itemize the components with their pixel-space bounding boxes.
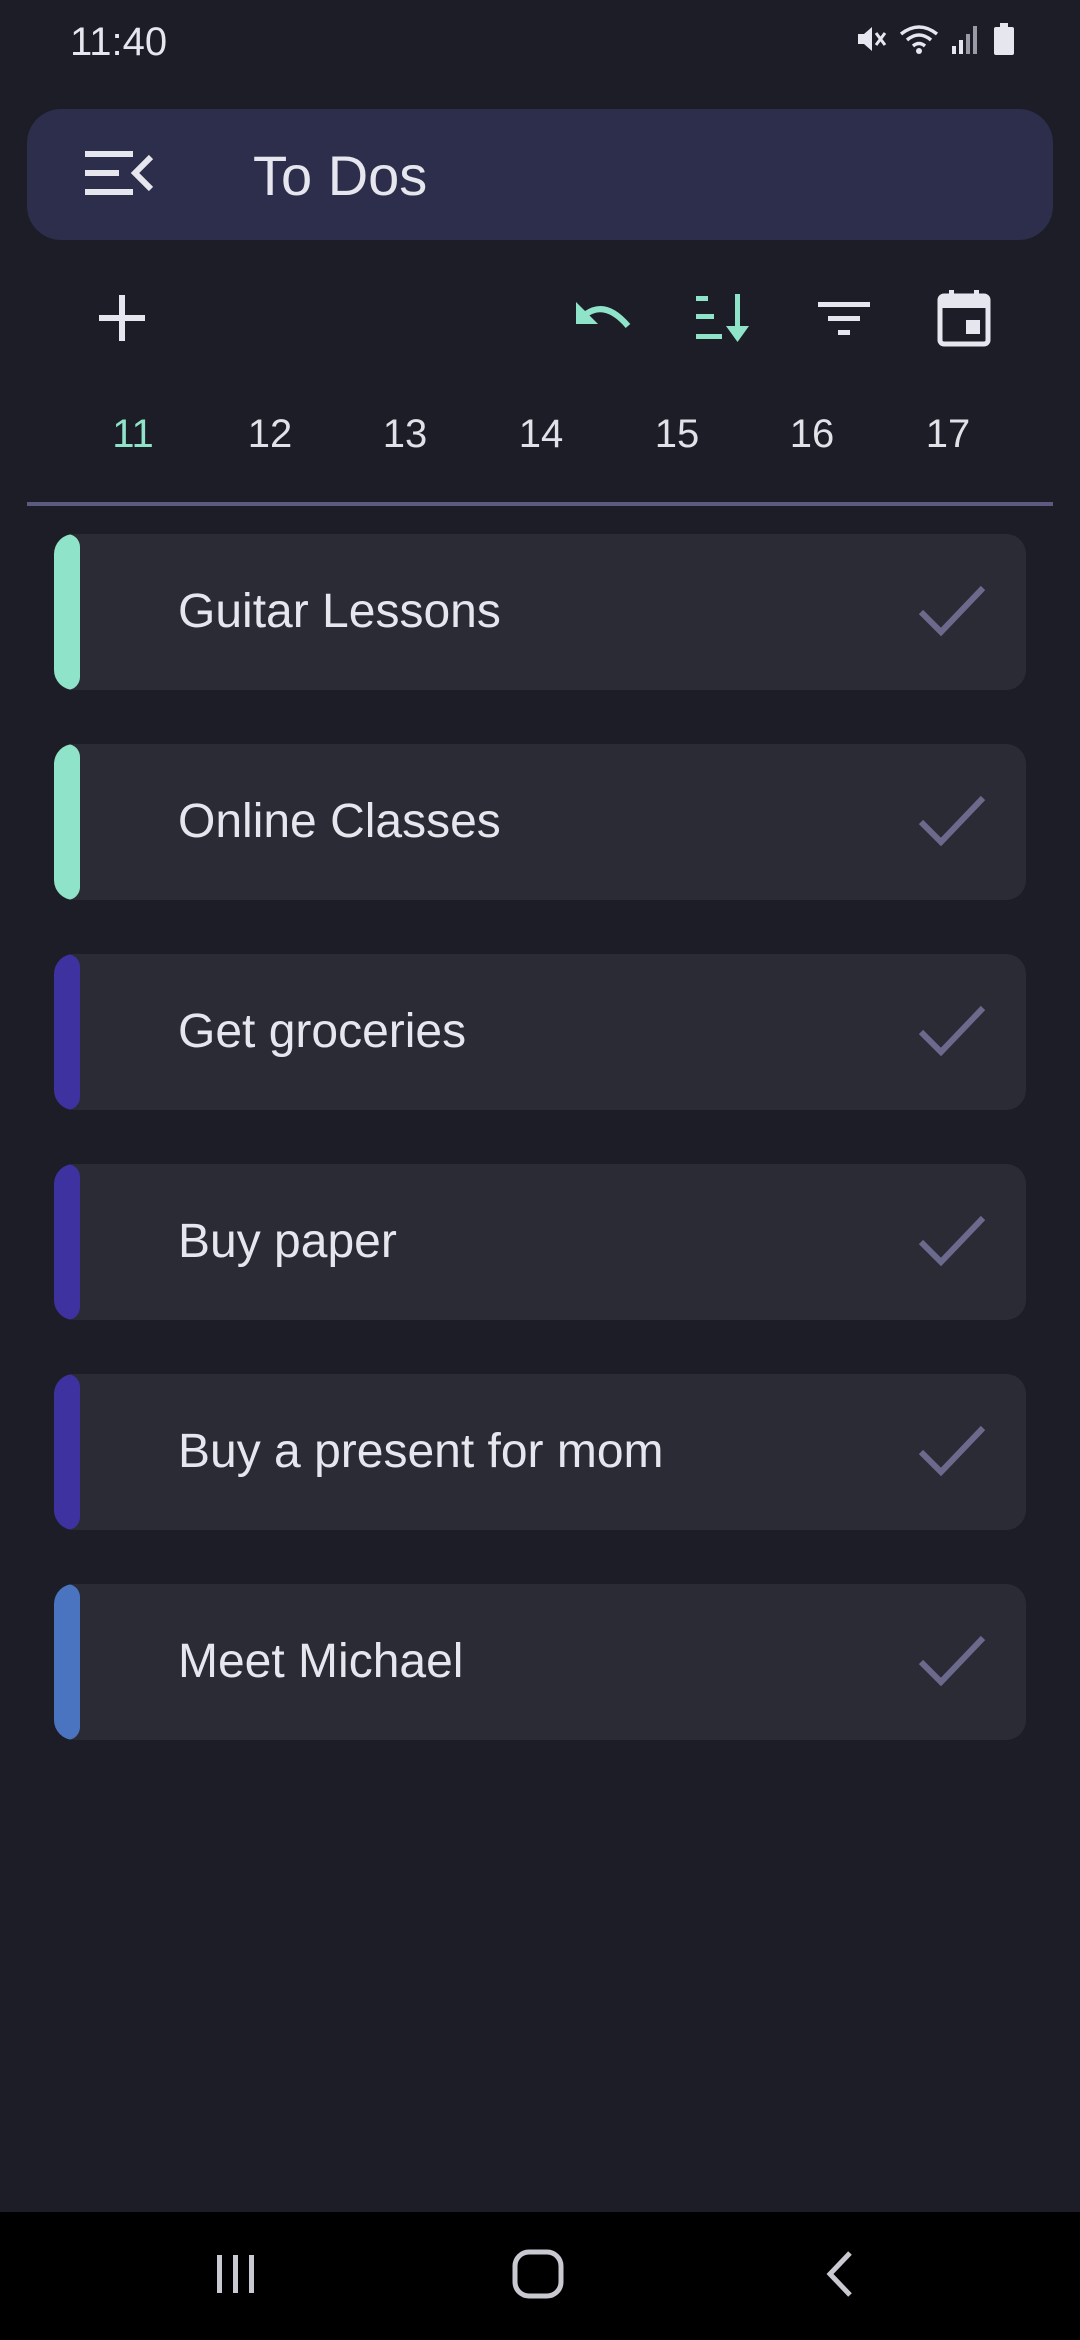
day-16[interactable]: 16 [762,412,862,457]
day-12[interactable]: 12 [220,412,320,457]
task-title: Get groceries [178,1005,467,1058]
check-icon [917,792,987,853]
home-icon [510,2248,566,2305]
task-title: Meet Michael [178,1635,464,1688]
task-item[interactable]: Buy a present for mom [54,1374,1026,1530]
task-color-stripe [54,1584,80,1740]
day-17[interactable]: 17 [898,412,998,457]
home-button[interactable] [488,2236,588,2316]
undo-icon [570,294,634,347]
menu-collapse-icon [81,145,157,206]
sort-button[interactable] [672,270,772,370]
day-11[interactable]: 11 [83,412,183,457]
status-icons [854,22,1016,56]
sort-icon [692,290,752,351]
back-button[interactable] [790,2236,890,2316]
page-title: To Dos [253,144,428,207]
day-15[interactable]: 15 [627,412,727,457]
task-item[interactable]: Guitar Lessons [54,534,1026,690]
task-item[interactable]: Buy paper [54,1164,1026,1320]
task-color-stripe [54,1374,80,1530]
back-icon [820,2249,860,2304]
task-color-stripe [54,1164,80,1320]
menu-button[interactable] [79,141,159,209]
mute-icon [854,22,888,56]
toolbar [0,270,1080,370]
complete-button[interactable] [916,790,988,854]
signal-icon [950,22,982,56]
task-color-stripe [54,534,80,690]
task-item[interactable]: Online Classes [54,744,1026,900]
divider [27,502,1053,506]
task-title: Buy paper [178,1215,397,1268]
undo-button[interactable] [552,270,652,370]
recents-button[interactable] [186,2236,286,2316]
task-color-stripe [54,954,80,1110]
task-title: Buy a present for mom [178,1425,664,1478]
day-14[interactable]: 14 [491,412,591,457]
task-title: Guitar Lessons [178,585,501,638]
day-13[interactable]: 13 [355,412,455,457]
check-icon [917,1212,987,1273]
wifi-icon [898,22,940,56]
complete-button[interactable] [916,1000,988,1064]
calendar-button[interactable] [914,270,1014,370]
task-title: Online Classes [178,795,501,848]
complete-button[interactable] [916,1420,988,1484]
check-icon [917,1632,987,1693]
complete-button[interactable] [916,1630,988,1694]
task-item[interactable]: Meet Michael [54,1584,1026,1740]
filter-button[interactable] [794,270,894,370]
complete-button[interactable] [916,580,988,644]
check-icon [917,1002,987,1063]
check-icon [917,582,987,643]
battery-icon [992,22,1016,56]
task-item[interactable]: Get groceries [54,954,1026,1110]
add-button[interactable] [72,270,172,370]
calendar-icon [936,288,992,353]
recents-icon [211,2251,261,2302]
complete-button[interactable] [916,1210,988,1274]
system-nav-bar [0,2212,1080,2340]
status-bar: 11:40 [0,0,1080,90]
day-selector: 11 12 13 14 15 16 17 [0,400,1080,480]
task-color-stripe [54,744,80,900]
app-bar: To Dos [27,109,1053,240]
status-time: 11:40 [70,20,168,64]
check-icon [917,1422,987,1483]
add-icon [95,291,149,350]
filter-icon [816,296,872,345]
